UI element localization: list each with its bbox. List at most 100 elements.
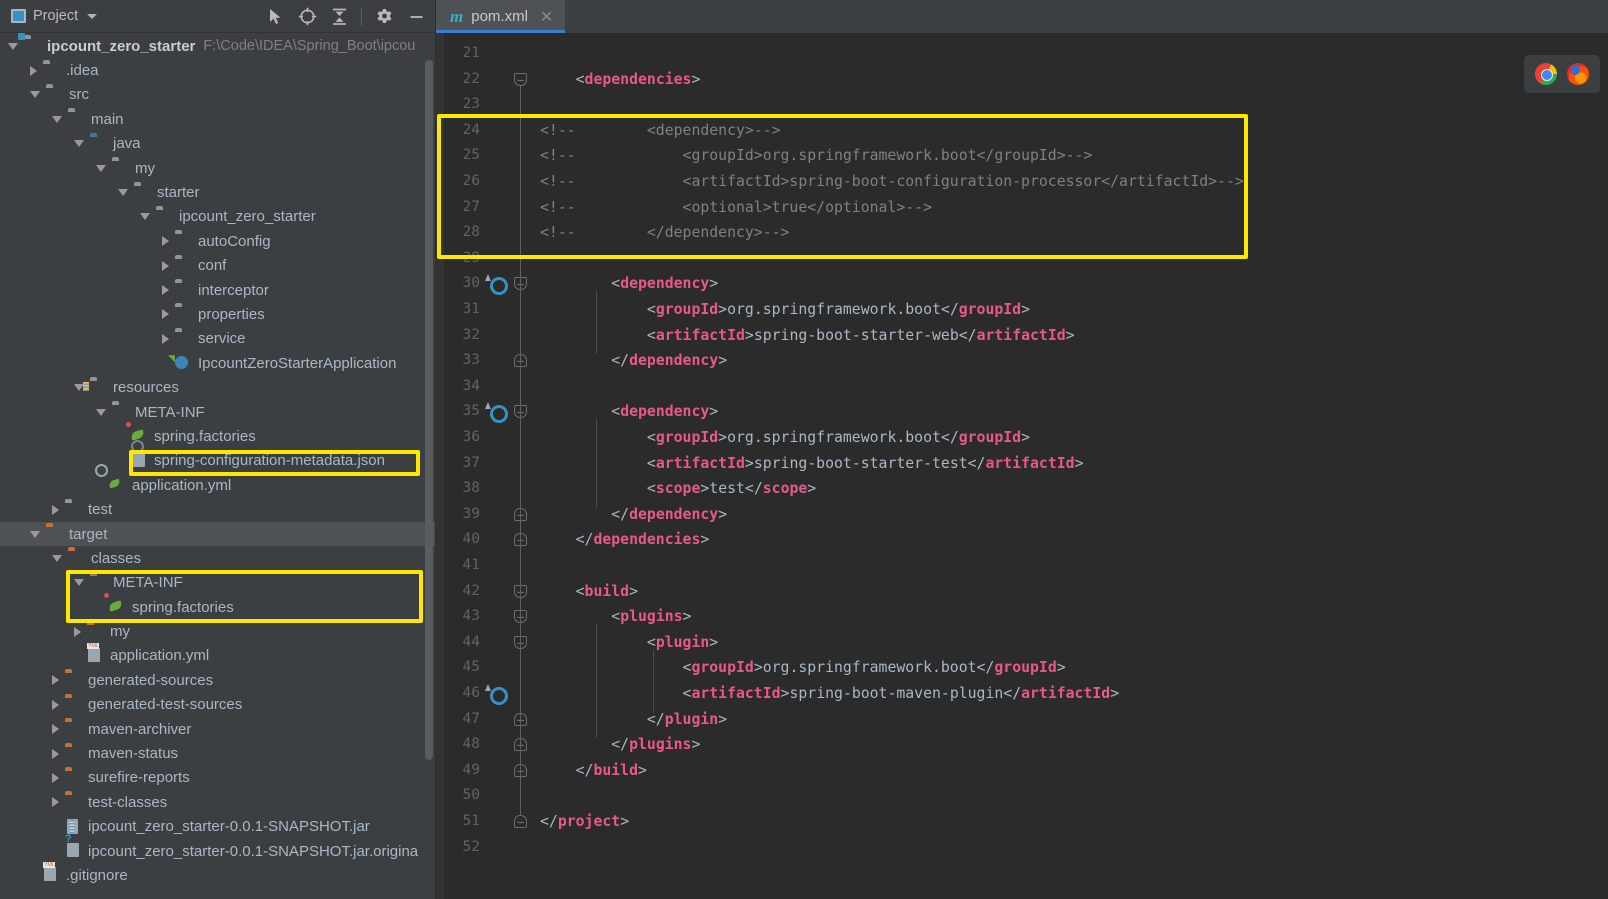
gear-icon[interactable] bbox=[374, 7, 394, 27]
tree-row-conf[interactable]: conf bbox=[0, 254, 436, 278]
project-tree[interactable]: ipcount_zero_starter F:\Code\IDEA\Spring… bbox=[0, 33, 436, 899]
tree-row-starter[interactable]: starter bbox=[0, 180, 436, 204]
chevron-collapsed-icon[interactable] bbox=[52, 748, 59, 759]
minimize-icon[interactable] bbox=[406, 7, 426, 27]
chevron-collapsed-icon[interactable] bbox=[162, 236, 169, 247]
code-line-48[interactable]: 48– </plugins> bbox=[436, 732, 1608, 758]
code-line-42[interactable]: 42– <build> bbox=[436, 579, 1608, 605]
chrome-icon[interactable] bbox=[1535, 63, 1557, 85]
tree-row-java[interactable]: java bbox=[0, 132, 436, 156]
chevron-expanded-icon[interactable] bbox=[96, 408, 106, 416]
code-editor[interactable]: 21 22– <dependencies> 23 24 <!-- <dependency… bbox=[436, 33, 1608, 899]
tree-row-maven-status[interactable]: maven-status bbox=[0, 741, 436, 765]
tree-row-project-root[interactable]: ipcount_zero_starter F:\Code\IDEA\Spring… bbox=[0, 34, 436, 58]
code-line-39[interactable]: 39– </dependency> bbox=[436, 502, 1608, 528]
code-line-33[interactable]: 33– </dependency> bbox=[436, 348, 1608, 374]
firefox-icon[interactable] bbox=[1567, 63, 1589, 85]
maven-dependency-icon[interactable] bbox=[490, 403, 506, 419]
code-line-29[interactable]: 29 bbox=[436, 246, 1608, 272]
tree-row-target[interactable]: target bbox=[0, 521, 436, 547]
tab-pom-xml[interactable]: m pom.xml ✕ bbox=[436, 0, 566, 33]
chevron-collapsed-icon[interactable] bbox=[52, 772, 59, 783]
chevron-collapsed-icon[interactable] bbox=[162, 309, 169, 320]
code-line-34[interactable]: 34 bbox=[436, 374, 1608, 400]
chevron-expanded-icon[interactable] bbox=[118, 189, 128, 197]
chevron-expanded-icon[interactable] bbox=[74, 579, 84, 587]
project-tool-window-title[interactable]: Project bbox=[0, 8, 98, 24]
locate-target-icon[interactable] bbox=[297, 7, 317, 27]
tree-row-my[interactable]: my bbox=[0, 156, 436, 180]
tree-row-my[interactable]: my bbox=[0, 619, 436, 643]
code-line-23[interactable]: 23 bbox=[436, 92, 1608, 118]
code-line-26[interactable]: 26 <!-- <artifactId>spring-boot-configura… bbox=[436, 169, 1608, 195]
code-line-28[interactable]: 28 <!-- </dependency>--> bbox=[436, 220, 1608, 246]
tree-row-ipcount-zero-starter[interactable]: ipcount_zero_starter bbox=[0, 205, 436, 229]
tree-row-application-yml[interactable]: application.yml bbox=[0, 473, 436, 497]
tree-row-ipcount-zero-starter-0-0-1-snapshot-jar-origina[interactable]: ipcount_zero_starter-0.0.1-SNAPSHOT.jar.… bbox=[0, 839, 436, 863]
chevron-expanded-icon[interactable] bbox=[30, 530, 40, 538]
chevron-collapsed-icon[interactable] bbox=[162, 333, 169, 344]
maven-dependency-icon[interactable] bbox=[490, 685, 506, 701]
code-line-45[interactable]: 45 <groupId>org.springframework.boot</gr… bbox=[436, 655, 1608, 681]
code-line-24[interactable]: 24 <!-- <dependency>--> bbox=[436, 118, 1608, 144]
code-line-50[interactable]: 50 bbox=[436, 783, 1608, 809]
code-line-52[interactable]: 52 bbox=[436, 835, 1608, 861]
code-line-31[interactable]: 31 <groupId>org.springframework.boot</gr… bbox=[436, 297, 1608, 323]
tree-row-interceptor[interactable]: interceptor bbox=[0, 278, 436, 302]
code-line-21[interactable]: 21 bbox=[436, 41, 1608, 67]
chevron-collapsed-icon[interactable] bbox=[162, 285, 169, 296]
chevron-expanded-icon[interactable] bbox=[140, 213, 150, 221]
chevron-expanded-icon[interactable] bbox=[96, 164, 106, 172]
chevron-expanded-icon[interactable] bbox=[8, 42, 18, 50]
code-line-46[interactable]: 46 <artifactId>spring-boot-maven-plugin<… bbox=[436, 681, 1608, 707]
code-line-22[interactable]: 22 – <dependencies> bbox=[436, 67, 1608, 93]
tree-row-spring-configuration-metadata-json[interactable]: spring-configuration-metadata.json bbox=[0, 449, 436, 473]
chevron-collapsed-icon[interactable] bbox=[52, 675, 59, 686]
maven-dependency-icon[interactable] bbox=[490, 275, 506, 291]
chevron-collapsed-icon[interactable] bbox=[162, 260, 169, 271]
tree-row-classes[interactable]: classes bbox=[0, 546, 436, 570]
code-line-43[interactable]: 43– <plugins> bbox=[436, 604, 1608, 630]
tree-row-test[interactable]: test bbox=[0, 497, 436, 521]
cursor-arrow-icon[interactable] bbox=[265, 7, 285, 27]
tree-row-meta-inf[interactable]: META-INF bbox=[0, 571, 436, 595]
tree-row-service[interactable]: service bbox=[0, 327, 436, 351]
fold-end-icon[interactable]: – bbox=[514, 815, 527, 828]
tree-row-spring-factories[interactable]: spring.factories bbox=[0, 595, 436, 619]
fold-collapse-icon[interactable]: – bbox=[514, 72, 527, 86]
code-line-25[interactable]: 25 <!-- <groupId>org.springframework.boot… bbox=[436, 143, 1608, 169]
close-icon[interactable]: ✕ bbox=[540, 7, 553, 27]
code-line-40[interactable]: 40– </dependencies> bbox=[436, 527, 1608, 553]
tree-row-properties[interactable]: properties bbox=[0, 302, 436, 326]
chevron-down-icon[interactable] bbox=[87, 13, 98, 19]
code-line-41[interactable]: 41 bbox=[436, 553, 1608, 579]
tree-row-test-classes[interactable]: test-classes bbox=[0, 790, 436, 814]
code-line-30[interactable]: 30– <dependency> bbox=[436, 271, 1608, 297]
chevron-collapsed-icon[interactable] bbox=[52, 699, 59, 710]
tree-row-generated-test-sources[interactable]: generated-test-sources bbox=[0, 693, 436, 717]
code-line-49[interactable]: 49– </build> bbox=[436, 758, 1608, 784]
chevron-expanded-icon[interactable] bbox=[52, 115, 62, 123]
tree-row-src[interactable]: src bbox=[0, 83, 436, 107]
code-line-51[interactable]: 51 – </project> bbox=[436, 809, 1608, 835]
tree-row-generated-sources[interactable]: generated-sources bbox=[0, 668, 436, 692]
chevron-expanded-icon[interactable] bbox=[52, 554, 62, 562]
chevron-collapsed-icon[interactable] bbox=[52, 797, 59, 808]
tree-row-gitignore[interactable]: .gitignore bbox=[0, 863, 436, 887]
code-line-36[interactable]: 36 <groupId>org.springframework.boot</gr… bbox=[436, 425, 1608, 451]
tree-row-spring-factories[interactable]: spring.factories bbox=[0, 424, 436, 448]
chevron-collapsed-icon[interactable] bbox=[52, 724, 59, 735]
tree-row-maven-archiver[interactable]: maven-archiver bbox=[0, 717, 436, 741]
code-line-38[interactable]: 38 <scope>test</scope> bbox=[436, 476, 1608, 502]
tree-row-autoconfig[interactable]: autoConfig bbox=[0, 229, 436, 253]
chevron-expanded-icon[interactable] bbox=[74, 140, 84, 148]
collapse-all-icon[interactable] bbox=[329, 7, 349, 27]
chevron-collapsed-icon[interactable] bbox=[30, 65, 37, 76]
tree-row-meta-inf[interactable]: META-INF bbox=[0, 400, 436, 424]
code-line-47[interactable]: 47– </plugin> bbox=[436, 707, 1608, 733]
project-tree-scrollbar[interactable] bbox=[425, 60, 433, 760]
chevron-collapsed-icon[interactable] bbox=[74, 626, 81, 637]
tree-row-idea[interactable]: .idea bbox=[0, 58, 436, 82]
tree-row-resources[interactable]: resources bbox=[0, 375, 436, 399]
code-line-44[interactable]: 44– <plugin> bbox=[436, 630, 1608, 656]
